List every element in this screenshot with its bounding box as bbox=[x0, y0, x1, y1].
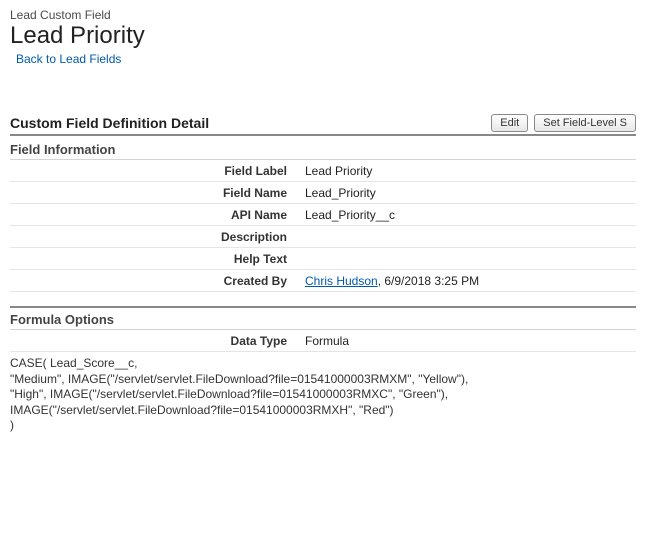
detail-header-row: Custom Field Definition Detail Edit Set … bbox=[10, 114, 636, 136]
created-by-date: , 6/9/2018 3:25 PM bbox=[378, 274, 479, 288]
row-api-name: API Name Lead_Priority__c bbox=[10, 204, 636, 226]
value-created-by: Chris Hudson, 6/9/2018 3:25 PM bbox=[305, 272, 636, 290]
value-field-label: Lead Priority bbox=[305, 162, 636, 180]
label-created-by: Created By bbox=[10, 274, 305, 288]
label-field-name: Field Name bbox=[10, 186, 305, 200]
row-field-label: Field Label Lead Priority bbox=[10, 160, 636, 182]
detail-header-title: Custom Field Definition Detail bbox=[10, 115, 209, 131]
back-to-lead-fields-link[interactable]: Back to Lead Fields bbox=[16, 52, 121, 66]
label-field-label: Field Label bbox=[10, 164, 305, 178]
field-information-title: Field Information bbox=[10, 138, 636, 160]
formula-text: CASE( Lead_Score__c, "Medium", IMAGE("/s… bbox=[10, 356, 636, 434]
detail-button-row: Edit Set Field-Level S bbox=[491, 114, 636, 132]
page-title: Lead Priority bbox=[10, 22, 636, 50]
label-help-text: Help Text bbox=[10, 252, 305, 266]
value-field-name: Lead_Priority bbox=[305, 184, 636, 202]
value-api-name: Lead_Priority__c bbox=[305, 206, 636, 224]
edit-button[interactable]: Edit bbox=[491, 114, 528, 132]
label-api-name: API Name bbox=[10, 208, 305, 222]
row-created-by: Created By Chris Hudson, 6/9/2018 3:25 P… bbox=[10, 270, 636, 292]
created-by-user-link[interactable]: Chris Hudson bbox=[305, 274, 378, 288]
value-description bbox=[305, 235, 636, 239]
formula-options-title: Formula Options bbox=[10, 306, 636, 330]
value-data-type: Formula bbox=[305, 332, 636, 350]
value-help-text bbox=[305, 257, 636, 261]
label-data-type: Data Type bbox=[10, 334, 305, 348]
breadcrumb: Lead Custom Field bbox=[10, 8, 636, 22]
row-field-name: Field Name Lead_Priority bbox=[10, 182, 636, 204]
row-help-text: Help Text bbox=[10, 248, 636, 270]
row-description: Description bbox=[10, 226, 636, 248]
row-data-type: Data Type Formula bbox=[10, 330, 636, 352]
label-description: Description bbox=[10, 230, 305, 244]
set-field-level-security-button[interactable]: Set Field-Level S bbox=[534, 114, 636, 132]
